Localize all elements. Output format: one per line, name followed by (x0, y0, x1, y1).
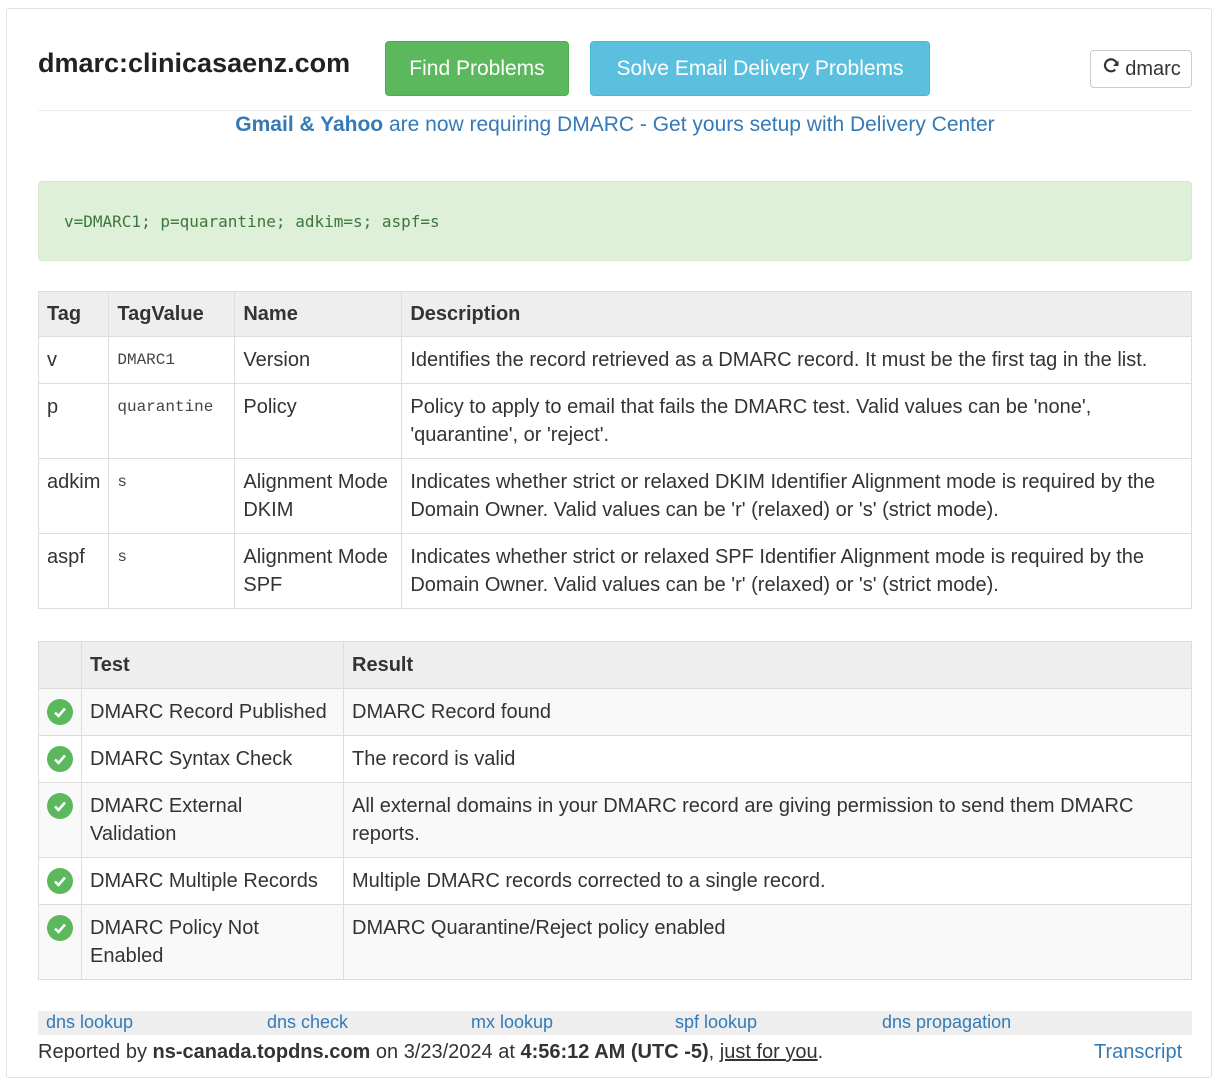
tag-value-cell: s (108, 533, 236, 609)
tag-description-cell: Indicates whether strict or relaxed DKIM… (401, 458, 1192, 534)
tag-table: Tag TagValue Name Description v DMARC1 V… (37, 291, 1192, 609)
table-row: DMARC Multiple Records Multiple DMARC re… (38, 857, 1192, 905)
test-name-cell: DMARC Policy Not Enabled (81, 904, 344, 980)
header-description: Description (401, 291, 1192, 337)
report-server: ns-canada.topdns.com (152, 1041, 371, 1063)
tag-value-cell: s (108, 458, 236, 534)
check-circle-icon (47, 746, 73, 772)
test-name-cell: DMARC Syntax Check (81, 735, 344, 783)
refresh-dmarc-button[interactable]: dmarc (1090, 50, 1192, 88)
report-date: on 3/23/2024 at (370, 1041, 521, 1063)
header-status (38, 641, 82, 689)
status-cell (38, 782, 82, 858)
tag-cell: p (37, 383, 110, 459)
page-title: dmarc:clinicasaenz.com (38, 48, 351, 78)
dns-check-link[interactable]: dns check (267, 1012, 348, 1033)
table-row: DMARC Record Published DMARC Record foun… (38, 688, 1192, 736)
find-problems-button[interactable]: Find Problems (385, 41, 569, 96)
transcript-link[interactable]: Transcript (1094, 1041, 1182, 1064)
refresh-label: dmarc (1125, 58, 1181, 80)
delivery-center-banner[interactable]: Gmail & Yahoo are now requiring DMARC - … (38, 113, 1192, 137)
tag-name-cell: Alignment Mode SPF (234, 533, 403, 609)
spf-lookup-link[interactable]: spf lookup (675, 1012, 757, 1033)
test-table: Test Result DMARC Record Published DMARC… (38, 641, 1192, 980)
test-result-cell: The record is valid (343, 735, 1192, 783)
tag-table-header: Tag TagValue Name Description (37, 291, 1192, 337)
test-result-cell: DMARC Quarantine/Reject policy enabled (343, 904, 1192, 980)
test-name-cell: DMARC Record Published (81, 688, 344, 736)
just-for-you-link[interactable]: just for you (720, 1041, 818, 1063)
check-circle-icon (47, 793, 73, 819)
tag-description-cell: Policy to apply to email that fails the … (401, 383, 1192, 459)
banner-text: are now requiring DMARC - Get yours setu… (383, 113, 995, 136)
dmarc-record-box: v=DMARC1; p=quarantine; adkim=s; aspf=s (38, 181, 1192, 261)
test-name-cell: DMARC External Validation (81, 782, 344, 858)
table-row: v DMARC1 Version Identifies the record r… (37, 336, 1192, 384)
header-divider (38, 110, 1192, 111)
status-cell (38, 857, 82, 905)
status-cell (38, 735, 82, 783)
table-row: DMARC Policy Not Enabled DMARC Quarantin… (38, 904, 1192, 980)
dns-propagation-link[interactable]: dns propagation (882, 1012, 1011, 1033)
header-name: Name (234, 291, 403, 337)
tag-name-cell: Version (234, 336, 403, 384)
footer-links: dns lookup dns check mx lookup spf looku… (38, 1011, 1192, 1035)
tag-name-cell: Policy (234, 383, 403, 459)
dns-lookup-link[interactable]: dns lookup (46, 1012, 133, 1033)
tag-name-cell: Alignment Mode DKIM (234, 458, 403, 534)
table-row: p quarantine Policy Policy to apply to e… (37, 383, 1192, 459)
check-circle-icon (47, 699, 73, 725)
table-row: DMARC External Validation All external d… (38, 782, 1192, 858)
tag-description-cell: Identifies the record retrieved as a DMA… (401, 336, 1192, 384)
report-comma: , (708, 1041, 720, 1063)
tag-cell: aspf (37, 533, 110, 609)
mx-lookup-link[interactable]: mx lookup (471, 1012, 553, 1033)
check-circle-icon (47, 868, 73, 894)
refresh-icon (1101, 52, 1121, 88)
test-result-cell: All external domains in your DMARC recor… (343, 782, 1192, 858)
status-cell (38, 904, 82, 980)
tag-cell: v (37, 336, 110, 384)
tag-description-cell: Indicates whether strict or relaxed SPF … (401, 533, 1192, 609)
table-row: DMARC Syntax Check The record is valid (38, 735, 1192, 783)
table-row: aspf s Alignment Mode SPF Indicates whet… (37, 533, 1192, 609)
header-tag: Tag (37, 291, 110, 337)
tag-cell: adkim (37, 458, 110, 534)
table-row: adkim s Alignment Mode DKIM Indicates wh… (37, 458, 1192, 534)
tag-value-cell: DMARC1 (108, 336, 236, 384)
test-name-cell: DMARC Multiple Records (81, 857, 344, 905)
test-table-header: Test Result (38, 641, 1192, 689)
solve-email-delivery-button[interactable]: Solve Email Delivery Problems (590, 41, 930, 96)
report-period: . (817, 1041, 824, 1063)
test-result-cell: Multiple DMARC records corrected to a si… (343, 857, 1192, 905)
test-result-cell: DMARC Record found (343, 688, 1192, 736)
banner-bold-text: Gmail & Yahoo (235, 113, 384, 136)
check-circle-icon (47, 915, 73, 941)
header-result: Result (343, 641, 1192, 689)
report-prefix: Reported by (38, 1041, 153, 1063)
status-cell (38, 688, 82, 736)
report-time: 4:56:12 AM (UTC -5) (520, 1041, 709, 1063)
tag-value-cell: quarantine (108, 383, 236, 459)
header-tagvalue: TagValue (108, 291, 236, 337)
header-test: Test (81, 641, 344, 689)
report-line: Reported by ns-canada.topdns.com on 3/23… (38, 1041, 823, 1064)
